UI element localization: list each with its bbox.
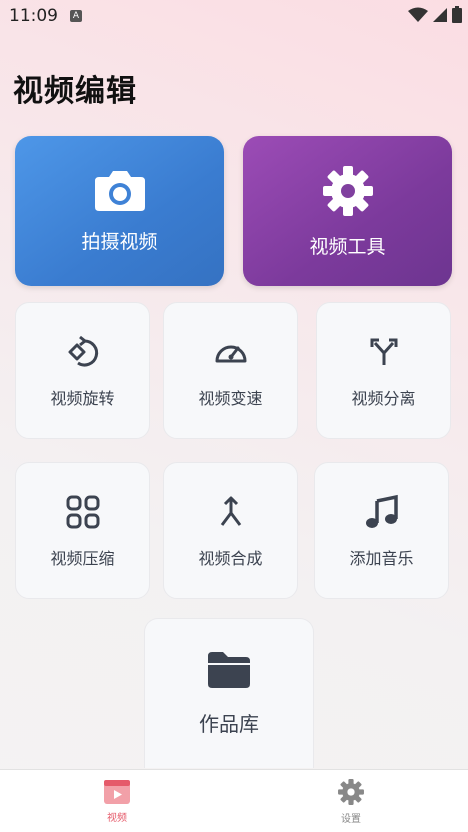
nav-video-label: 视频 <box>107 812 127 824</box>
split-video-label: 视频分离 <box>351 388 416 408</box>
merge-video-button[interactable]: 视频合成 <box>163 462 298 599</box>
split-video-button[interactable]: 视频分离 <box>316 302 451 439</box>
speed-video-button[interactable]: 视频变速 <box>163 302 298 439</box>
grid-icon <box>66 495 99 528</box>
status-icons <box>408 6 462 23</box>
record-video-button[interactable]: 拍摄视频 <box>15 136 224 286</box>
compress-video-label: 视频压缩 <box>50 548 115 568</box>
compress-video-button[interactable]: 视频压缩 <box>15 462 150 599</box>
page-title: 视频编辑 <box>13 74 137 109</box>
nav-tab-video[interactable]: 视频 <box>0 770 234 832</box>
video-tools-button[interactable]: 视频工具 <box>243 136 452 286</box>
video-tools-label: 视频工具 <box>309 235 386 258</box>
add-music-label: 添加音乐 <box>349 548 414 568</box>
rotate-icon <box>68 335 98 366</box>
rotate-video-label: 视频旋转 <box>50 388 115 408</box>
speedometer-icon <box>215 345 246 362</box>
signal-icon <box>433 7 447 22</box>
record-video-label: 拍摄视频 <box>81 230 158 253</box>
gear-icon <box>338 778 364 805</box>
video-icon <box>104 779 130 804</box>
merge-icon <box>220 496 241 526</box>
music-note-icon <box>365 494 398 528</box>
camera-icon <box>94 170 145 211</box>
works-library-label: 作品库 <box>199 712 259 736</box>
gear-icon <box>322 165 373 216</box>
status-time: 11:09 <box>9 6 58 26</box>
rotate-video-button[interactable]: 视频旋转 <box>15 302 150 439</box>
battery-icon <box>452 6 462 23</box>
notification-icon: A <box>70 10 82 22</box>
nav-settings-label: 设置 <box>341 813 361 825</box>
merge-video-label: 视频合成 <box>198 548 263 568</box>
bottom-navigation: 视频 设置 <box>0 769 468 832</box>
folder-icon <box>208 652 250 688</box>
add-music-button[interactable]: 添加音乐 <box>314 462 449 599</box>
works-library-button[interactable]: 作品库 <box>144 618 314 768</box>
speed-video-label: 视频变速 <box>198 388 263 408</box>
status-bar: 11:09 A <box>0 0 468 32</box>
split-icon <box>370 338 397 365</box>
wifi-icon <box>408 7 428 22</box>
nav-tab-settings[interactable]: 设置 <box>234 770 468 832</box>
